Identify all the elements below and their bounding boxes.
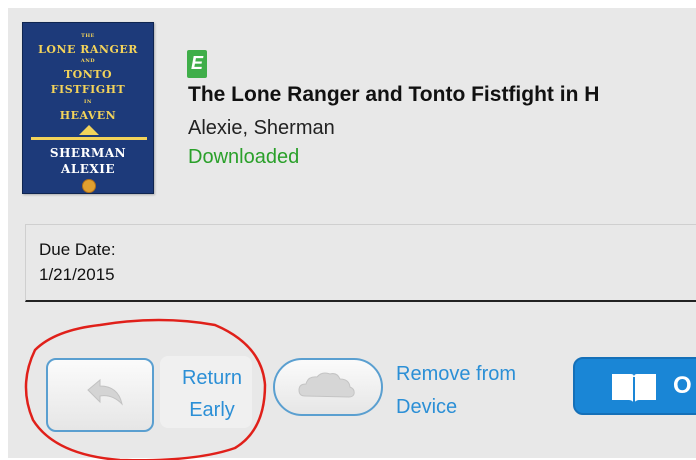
book-title[interactable]: The Lone Ranger and Tonto Fistfight in H bbox=[188, 83, 599, 107]
due-date-value: 1/21/2015 bbox=[39, 265, 115, 284]
due-date-label: Due Date: bbox=[39, 240, 116, 259]
return-arrow-icon bbox=[87, 378, 123, 406]
cover-author-1: SHERMAN bbox=[49, 146, 127, 160]
due-date-box bbox=[25, 224, 696, 302]
cover-title-1: LONE RANGER bbox=[38, 43, 138, 56]
cover-title-2: TONTO bbox=[63, 68, 113, 81]
return-early-button[interactable] bbox=[46, 358, 154, 432]
cover-and: AND bbox=[80, 58, 96, 64]
ebook-icon: E bbox=[187, 50, 207, 78]
cover-badge-icon bbox=[82, 179, 96, 193]
cover-triangle bbox=[79, 125, 99, 135]
ebook-glyph: E bbox=[190, 53, 203, 73]
cover-title-3: FISTFIGHT bbox=[50, 83, 126, 96]
remove-label-line-2: Device bbox=[396, 396, 458, 418]
cover-in: IN bbox=[84, 99, 92, 105]
remove-from-device-label[interactable]: Remove from Device bbox=[396, 358, 516, 424]
return-label-line-2: Early bbox=[189, 399, 235, 421]
book-cover[interactable]: THE LONE RANGER AND TONTO FISTFIGHT IN H… bbox=[22, 22, 154, 194]
cover-title-4: HEAVEN bbox=[59, 109, 117, 122]
remove-from-device-button[interactable] bbox=[273, 358, 383, 416]
download-status: Downloaded bbox=[188, 146, 300, 168]
return-label-line-1: Return bbox=[181, 367, 243, 389]
cover-bar bbox=[31, 137, 147, 140]
remove-label-line-1: Remove from bbox=[396, 363, 517, 385]
open-book-button[interactable]: O bbox=[573, 357, 696, 415]
cloud-icon bbox=[298, 372, 355, 398]
open-book-icon bbox=[612, 374, 656, 403]
book-author: Alexie, Sherman bbox=[188, 117, 335, 139]
open-label: O bbox=[673, 372, 692, 399]
return-early-label[interactable]: Return Early bbox=[162, 362, 262, 426]
cover-the: THE bbox=[81, 33, 95, 39]
cover-author-2: ALEXIE bbox=[61, 162, 115, 176]
